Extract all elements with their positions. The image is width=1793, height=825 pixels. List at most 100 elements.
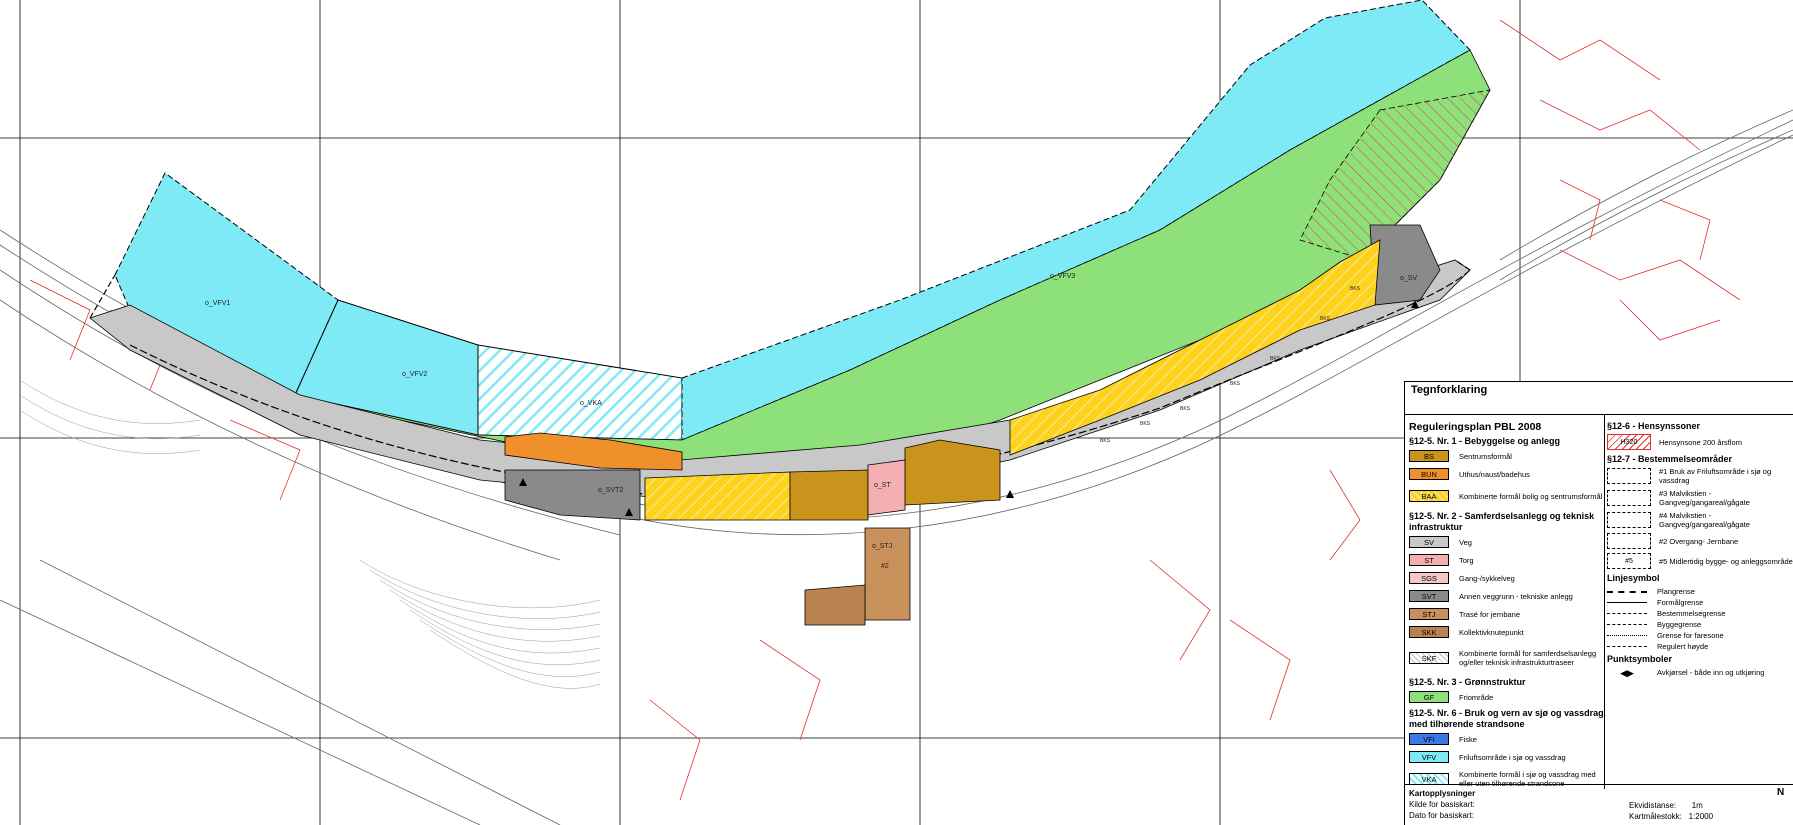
- kart-info-left: Kartopplysninger Kilde for basiskart: Da…: [1409, 788, 1475, 821]
- legend-label-best-3: #3 Malvikstien - Gangveg/gangareal/gågat…: [1659, 489, 1750, 507]
- legend-label-baa: Kombinerte formål bolig og sentrumsformå…: [1459, 491, 1603, 501]
- kart-ekvidistanse: Ekvidistanse: 1m: [1629, 800, 1713, 811]
- legend-left-column: Reguleringsplan PBL 2008 §12-5. Nr. 1 - …: [1409, 419, 1605, 794]
- label-bks-4: BKS: [1230, 381, 1241, 387]
- legend-label-best-4: #4 Malvikstien - Gangveg/gangareal/gågat…: [1659, 511, 1750, 529]
- legend-label-skk: Kollektivknutepunkt: [1459, 627, 1524, 637]
- swatch-best-3: [1607, 490, 1651, 506]
- zone-bs-1[interactable]: [789, 469, 869, 521]
- line-swatch-byggegrense: [1607, 624, 1647, 625]
- legend-item-gf: GF Friområde: [1409, 690, 1605, 704]
- legend-section-linjesymbol: Linjesymbol: [1607, 573, 1660, 583]
- swatch-skk: SKK: [1409, 626, 1449, 638]
- zone-bs-2[interactable]: [904, 439, 1001, 506]
- legend-item-st: ST Torg: [1409, 553, 1605, 567]
- legend-item-best-4: #4 Malvikstien - Gangveg/gangareal/gågat…: [1607, 511, 1793, 529]
- zone-stj[interactable]: [864, 527, 911, 621]
- legend-item-sv: SV Veg: [1409, 535, 1605, 549]
- label-vka: o_VKA: [580, 400, 602, 407]
- line-swatch-formalgrense: [1607, 602, 1647, 603]
- line-swatch-regulert-hoyde: [1607, 646, 1647, 647]
- legend-right-column: §12-6 - Hensynssoner H320 Hensynsone 200…: [1607, 419, 1793, 678]
- legend-section-samferdsel: §12-5. Nr. 2 - Samferdselsanlegg og tekn…: [1409, 511, 1595, 532]
- label-stj: o_STJ: [872, 543, 892, 550]
- legend-label-gf: Friområde: [1459, 692, 1494, 702]
- swatch-vfi: VFI: [1409, 733, 1449, 745]
- legend-section-bestemmelse: §12-7 - Bestemmelseområder: [1607, 454, 1733, 464]
- legend-line-byggegrense: Byggegrense: [1607, 619, 1793, 630]
- legend-point-avkjorsel: ◀▶ Avkjørsel - både inn og utkjøring: [1607, 667, 1793, 678]
- legend-item-h320: H320 Hensynsone 200 årsflom: [1607, 434, 1793, 450]
- legend-section-hensyn: §12-6 - Hensynssoner: [1607, 421, 1701, 431]
- legend-label-st: Torg: [1459, 555, 1474, 565]
- legend-item-best-3: #3 Malvikstien - Gangveg/gangareal/gågat…: [1607, 489, 1793, 507]
- kart-malestokk-label: Kartmålestokk:: [1629, 812, 1682, 821]
- kart-malestokk: Kartmålestokk: 1:2000: [1629, 811, 1713, 822]
- legend-label-vfi: Fiske: [1459, 734, 1477, 744]
- label-bks-6: BKS: [1320, 316, 1331, 322]
- legend-label-faresone: Grense for faresone: [1657, 631, 1724, 640]
- legend-section-gronn: §12-5. Nr. 3 - Grønnstruktur: [1409, 677, 1526, 687]
- legend-label-vfv: Friluftsområde i sjø og vassdrag: [1459, 752, 1566, 762]
- label-st: o_ST: [874, 482, 891, 489]
- legend-label-regulert-hoyde: Regulert høyde: [1657, 642, 1709, 651]
- kart-info-right: Ekvidistanse: 1m Kartmålestokk: 1:2000: [1629, 800, 1713, 822]
- legend-line-bestemmelsegrense: Bestemmelsegrense: [1607, 608, 1793, 619]
- label-vfv2: o_VFV2: [402, 371, 427, 378]
- swatch-stj: STJ: [1409, 608, 1449, 620]
- swatch-sv: SV: [1409, 536, 1449, 548]
- legend-item-bs: BS Sentrumsformål: [1409, 449, 1605, 463]
- line-swatch-faresone: [1607, 635, 1647, 636]
- legend-item-best-1: #1 Bruk av Friluftsområde i sjø og vassd…: [1607, 467, 1793, 485]
- legend-item-sgs: SGS Gang-/sykkelveg: [1409, 571, 1605, 585]
- legend-label-best-5: #5 Midlertidig bygge- og anleggsområde: [1659, 556, 1793, 566]
- legend-bottom-divider: [1405, 784, 1793, 785]
- legend-label-plangrense: Plangrense: [1657, 587, 1695, 596]
- legend-panel: Tegnforklaring Reguleringsplan PBL 2008 …: [1404, 381, 1793, 825]
- legend-label-bestemmelsegrense: Bestemmelsegrense: [1657, 609, 1726, 618]
- double-arrow-icon: ◀▶: [1620, 667, 1634, 678]
- legend-section-punktsymbol: Punktsymboler: [1607, 654, 1673, 664]
- legend-section-sjo: §12-5. Nr. 6 - Bruk og vern av sjø og va…: [1409, 708, 1604, 729]
- label-num2: #2: [881, 563, 889, 570]
- swatch-best-1: [1607, 468, 1651, 484]
- legend-item-skk: SKK Kollektivknutepunkt: [1409, 625, 1605, 639]
- swatch-bun: BUN: [1409, 468, 1449, 480]
- kart-malestokk-value: 1:2000: [1688, 812, 1714, 821]
- legend-label-formalgrense: Formålgrense: [1657, 598, 1704, 607]
- label-vfv1: o_VFV1: [205, 300, 230, 307]
- legend-label-h320: Hensynsone 200 årsflom: [1659, 437, 1742, 447]
- legend-label-stj: Trasé for jernbane: [1459, 609, 1521, 619]
- legend-label-sv: Veg: [1459, 537, 1472, 547]
- legend-plan-title: Reguleringsplan PBL 2008: [1409, 421, 1542, 433]
- legend-item-vka: VKA Kombinerte formål i sjø og vassdrag …: [1409, 768, 1605, 790]
- swatch-st: ST: [1409, 554, 1449, 566]
- legend-section-bebyggelse: §12-5. Nr. 1 - Bebyggelse og anlegg: [1409, 436, 1561, 446]
- swatch-sgs: SGS: [1409, 572, 1449, 584]
- label-bks-5: BKS: [1270, 356, 1281, 362]
- label-bks-7: BKS: [1350, 286, 1361, 292]
- zone-baa-west[interactable]: [644, 471, 791, 521]
- swatch-gf: GF: [1409, 691, 1449, 703]
- label-vfv3: o_VFV3: [1050, 273, 1075, 280]
- swatch-svt: SVT: [1409, 590, 1449, 602]
- label-bks-2: BKS: [1140, 421, 1151, 427]
- legend-title: Tegnforklaring: [1411, 384, 1488, 396]
- legend-label-best-2: #2 Overgang- Jernbane: [1659, 536, 1739, 546]
- legend-item-stj: STJ Trasé for jernbane: [1409, 607, 1605, 621]
- swatch-bs: BS: [1409, 450, 1449, 462]
- legend-label-bs: Sentrumsformål: [1459, 451, 1512, 461]
- legend-label-svt: Annen veggrunn - tekniske anlegg: [1459, 591, 1573, 601]
- swatch-vfv: VFV: [1409, 751, 1449, 763]
- zone-skk[interactable]: [804, 584, 866, 626]
- legend-divider: [1405, 414, 1793, 415]
- legend-label-avkjorsel: Avkjørsel - både inn og utkjøring: [1657, 668, 1765, 677]
- label-bks-3: BKS: [1180, 406, 1191, 412]
- legend-line-plangrense: Plangrense: [1607, 586, 1793, 597]
- legend-line-faresone: Grense for faresone: [1607, 630, 1793, 641]
- label-svt2: o_SVT2: [598, 487, 623, 494]
- swatch-skf: SKF: [1409, 652, 1449, 664]
- legend-line-formalgrense: Formålgrense: [1607, 597, 1793, 608]
- legend-line-regulert-hoyde: Regulert høyde: [1607, 641, 1793, 652]
- legend-label-best-1: #1 Bruk av Friluftsområde i sjø og vassd…: [1659, 467, 1772, 485]
